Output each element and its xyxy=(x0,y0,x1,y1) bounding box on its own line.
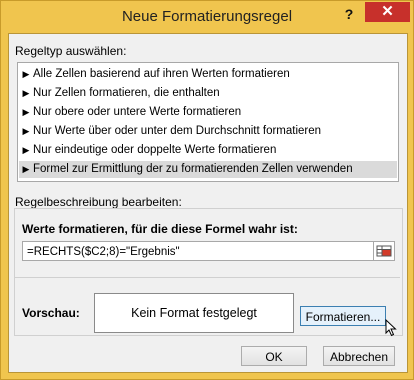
rule-type-item-selected[interactable]: ▶ Formel zur Ermittlung der zu formatiere… xyxy=(19,161,397,178)
rule-type-item-label: Nur Werte über oder unter dem Durchschni… xyxy=(33,125,322,137)
rule-type-item-label: Nur eindeutige oder doppelte Werte forma… xyxy=(33,144,277,156)
triangle-right-icon: ▶ xyxy=(22,69,30,79)
preview-label: Vorschau: xyxy=(22,306,80,320)
triangle-right-icon: ▶ xyxy=(22,126,30,136)
rule-type-item-label: Nur Zellen formatieren, die enthalten xyxy=(33,87,220,99)
rule-type-item[interactable]: ▶ Nur Werte über oder unter dem Durchschn… xyxy=(19,123,397,140)
rule-type-item[interactable]: ▶ Nur Zellen formatieren, die enthalten xyxy=(19,85,397,102)
range-select-icon xyxy=(376,245,392,257)
dialog-window: Neue Formatierungsregel ? ✕ Regeltyp aus… xyxy=(0,0,414,380)
ok-button[interactable]: OK xyxy=(241,346,307,366)
rule-type-item-label: Formel zur Ermittlung der zu formatieren… xyxy=(33,163,353,175)
rule-type-item-label: Alle Zellen basierend auf ihren Werten f… xyxy=(33,68,290,80)
format-button[interactable]: Formatieren... xyxy=(300,306,386,326)
triangle-right-icon: ▶ xyxy=(22,107,30,117)
group-divider xyxy=(15,277,400,278)
rule-type-list[interactable]: ▶ Alle Zellen basierend auf ihren Werten … xyxy=(17,62,399,182)
close-button[interactable]: ✕ xyxy=(365,2,410,22)
rule-type-item-label: Nur obere oder untere Werte formatieren xyxy=(33,106,242,118)
rule-type-label: Regeltyp auswählen: xyxy=(15,44,127,58)
dialog-body: Regeltyp auswählen: ▶ Alle Zellen basiere… xyxy=(8,33,408,373)
formula-label: Werte formatieren, für die diese Formel … xyxy=(22,222,298,236)
triangle-right-icon: ▶ xyxy=(22,145,30,155)
collapse-dialog-button[interactable] xyxy=(373,241,395,261)
cancel-button[interactable]: Abbrechen xyxy=(323,346,395,366)
triangle-right-icon: ▶ xyxy=(22,88,30,98)
mouse-pointer-icon xyxy=(385,319,397,337)
rule-type-item[interactable]: ▶ Nur eindeutige oder doppelte Werte form… xyxy=(19,142,397,159)
preview-box: Kein Format festgelegt xyxy=(94,293,294,333)
rule-type-item[interactable]: ▶ Alle Zellen basierend auf ihren Werten … xyxy=(19,66,397,83)
triangle-right-icon: ▶ xyxy=(22,164,30,174)
help-button[interactable]: ? xyxy=(341,5,357,23)
rule-description-label: Regelbeschreibung bearbeiten: xyxy=(15,195,182,209)
formula-input[interactable]: =RECHTS($C2;8)="Ergebnis" xyxy=(22,241,374,261)
title-bar[interactable]: Neue Formatierungsregel ? ✕ xyxy=(1,1,413,32)
rule-type-item[interactable]: ▶ Nur obere oder untere Werte formatieren xyxy=(19,104,397,121)
